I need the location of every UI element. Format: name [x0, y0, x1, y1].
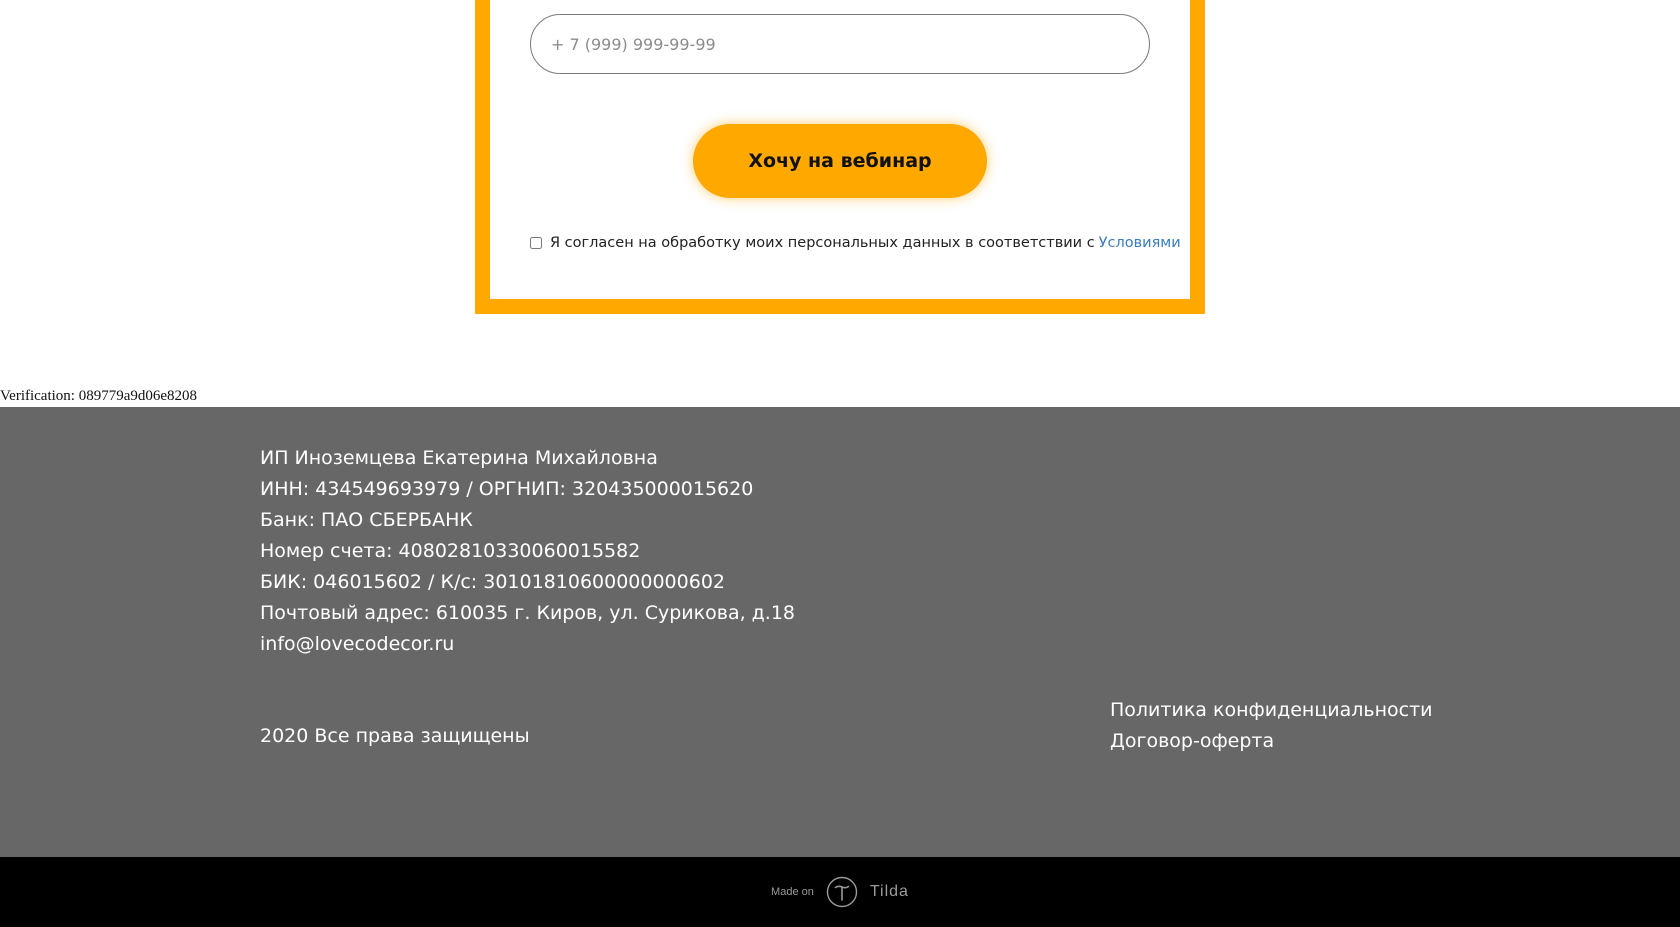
- company-account: Номер счета: 40802810330060015582: [260, 540, 641, 562]
- tilda-brand: Tilda: [869, 883, 909, 900]
- company-address: Почтовый адрес: 610035 г. Киров, ул. Сур…: [260, 602, 796, 624]
- privacy-policy-link[interactable]: Политика конфиденциальности: [1110, 695, 1433, 726]
- offer-agreement-link[interactable]: Договор-оферта: [1110, 726, 1433, 757]
- consent-row: Я согласен на обработку моих персональны…: [530, 235, 1181, 251]
- verification-text: Verification: 089779a9d06e8208: [0, 388, 198, 404]
- legal-links: Политика конфиденциальности Договор-офер…: [1110, 695, 1433, 757]
- consent-checkbox[interactable]: [530, 237, 542, 249]
- company-name: ИП Иноземцева Екатерина Михайловна: [260, 447, 658, 469]
- company-details: ИП Иноземцева Екатерина Михайловна ИНН: …: [260, 443, 795, 660]
- phone-input[interactable]: [530, 14, 1150, 74]
- consent-text: Я согласен на обработку моих персональны…: [550, 235, 1095, 251]
- webinar-submit-button[interactable]: Хочу на вебинар: [693, 124, 987, 198]
- company-bik: БИК: 046015602 / К/с: 301018106000000006…: [260, 571, 725, 593]
- made-on-label: Made on: [771, 886, 814, 898]
- consent-terms-link[interactable]: Условиями: [1099, 235, 1181, 251]
- copyright: 2020 Все права защищены: [260, 725, 530, 747]
- company-bank: Банк: ПАО СБЕРБАНК: [260, 509, 473, 531]
- company-email: info@lovecodecor.ru: [260, 633, 455, 655]
- made-on-tilda-bar[interactable]: Made on Tilda: [0, 857, 1680, 927]
- footer: ИП Иноземцева Екатерина Михайловна ИНН: …: [0, 407, 1680, 857]
- company-inn: ИНН: 434549693979 / ОРГНИП: 320435000015…: [260, 478, 754, 500]
- tilda-logo-icon: [826, 876, 858, 908]
